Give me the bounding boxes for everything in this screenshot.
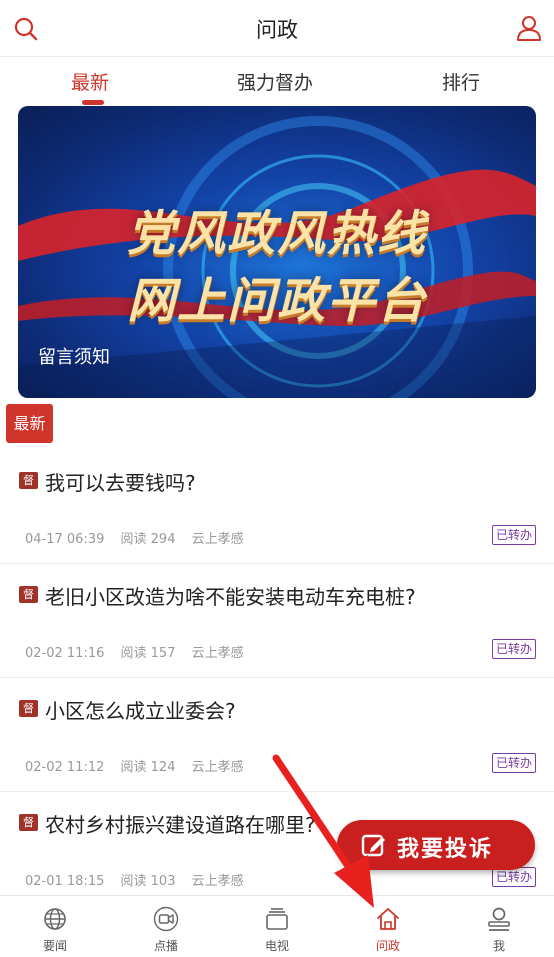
question-source: 云上孝感 xyxy=(191,760,244,775)
edit-icon xyxy=(361,834,385,857)
nav-label: 我 xyxy=(492,939,505,953)
status-badge: 已转办 xyxy=(491,867,536,887)
question-reads: 阅读 103 xyxy=(120,874,176,889)
banner-title-line-2: 网上问政平台 xyxy=(126,273,427,329)
home-icon xyxy=(377,908,399,930)
bottom-nav: 要闻 点播 电视 问政 我 xyxy=(0,895,554,957)
tv-icon xyxy=(266,908,288,930)
question-title: 老旧小区改造为啥不能安装电动车充电桩? xyxy=(45,585,416,609)
question-reads: 阅读 294 xyxy=(120,532,176,547)
question-date: 04-17 06:39 xyxy=(25,532,105,547)
globe-icon xyxy=(44,908,66,930)
question-reads: 阅读 124 xyxy=(120,760,176,775)
banner-notice-link[interactable]: 留言须知 xyxy=(38,343,110,369)
complain-button[interactable]: 我要投诉 xyxy=(337,820,535,870)
tab-ranking[interactable]: 排行 xyxy=(442,68,480,95)
question-reads: 阅读 157 xyxy=(120,646,176,661)
banner[interactable]: 党风政风热线 网上问政平台 留言须知 xyxy=(18,106,536,398)
question-meta: 04-17 06:39 阅读 294 云上孝感 xyxy=(25,528,256,547)
tab-supervision[interactable]: 强力督办 xyxy=(237,68,313,95)
banner-title-line-1: 党风政风热线 xyxy=(126,206,427,262)
list-item[interactable]: 督 我可以去要钱吗? 04-17 06:39 阅读 294 云上孝感 已转办 xyxy=(0,450,554,564)
supervise-icon: 督 xyxy=(19,700,38,717)
page-title: 问政 xyxy=(256,18,298,42)
question-meta: 02-02 11:16 阅读 157 云上孝感 xyxy=(25,642,256,661)
complain-button-label: 我要投诉 xyxy=(397,837,494,862)
nav-item-wenzheng[interactable]: 问政 xyxy=(333,896,443,957)
nav-item-me[interactable]: 我 xyxy=(444,896,554,957)
status-badge: 已转办 xyxy=(491,525,536,545)
status-badge: 已转办 xyxy=(491,753,536,773)
status-badge: 已转办 xyxy=(491,639,536,659)
list-item[interactable]: 督 小区怎么成立业委会? 02-02 11:12 阅读 124 云上孝感 已转办 xyxy=(0,678,554,792)
nav-label: 要闻 xyxy=(42,939,67,953)
supervise-icon: 督 xyxy=(19,814,38,831)
tab-bar: 最新 强力督办 排行 xyxy=(0,58,554,106)
question-title: 小区怎么成立业委会? xyxy=(45,699,236,723)
supervise-icon: 督 xyxy=(19,586,38,603)
video-icon xyxy=(153,906,179,932)
question-source: 云上孝感 xyxy=(191,874,244,889)
question-date: 02-01 18:15 xyxy=(25,874,105,889)
question-meta: 02-01 18:15 阅读 103 云上孝感 xyxy=(25,870,256,889)
question-meta: 02-02 11:12 阅读 124 云上孝感 xyxy=(25,756,256,775)
nav-label: 问政 xyxy=(375,939,400,953)
nav-label: 点播 xyxy=(153,939,178,953)
question-source: 云上孝感 xyxy=(191,532,244,547)
active-tab-indicator xyxy=(82,100,104,105)
question-date: 02-02 11:12 xyxy=(25,760,105,775)
question-date: 02-02 11:16 xyxy=(25,646,105,661)
question-title: 我可以去要钱吗? xyxy=(45,471,196,495)
list-item[interactable]: 督 老旧小区改造为啥不能安装电动车充电桩? 02-02 11:16 阅读 157… xyxy=(0,564,554,678)
question-title: 农村乡村振兴建设道路在哪里? xyxy=(45,813,316,837)
latest-badge: 最新 xyxy=(6,404,53,443)
profile-icon xyxy=(488,907,510,931)
top-header: 问政 xyxy=(0,0,554,57)
nav-item-tv[interactable]: 电视 xyxy=(222,896,332,957)
nav-label: 电视 xyxy=(264,939,289,953)
supervise-icon: 督 xyxy=(19,472,38,489)
question-source: 云上孝感 xyxy=(191,646,244,661)
user-icon[interactable] xyxy=(514,13,544,43)
nav-item-news[interactable]: 要闻 xyxy=(0,896,110,957)
nav-item-vod[interactable]: 点播 xyxy=(111,896,221,957)
tab-latest[interactable]: 最新 xyxy=(71,68,109,95)
